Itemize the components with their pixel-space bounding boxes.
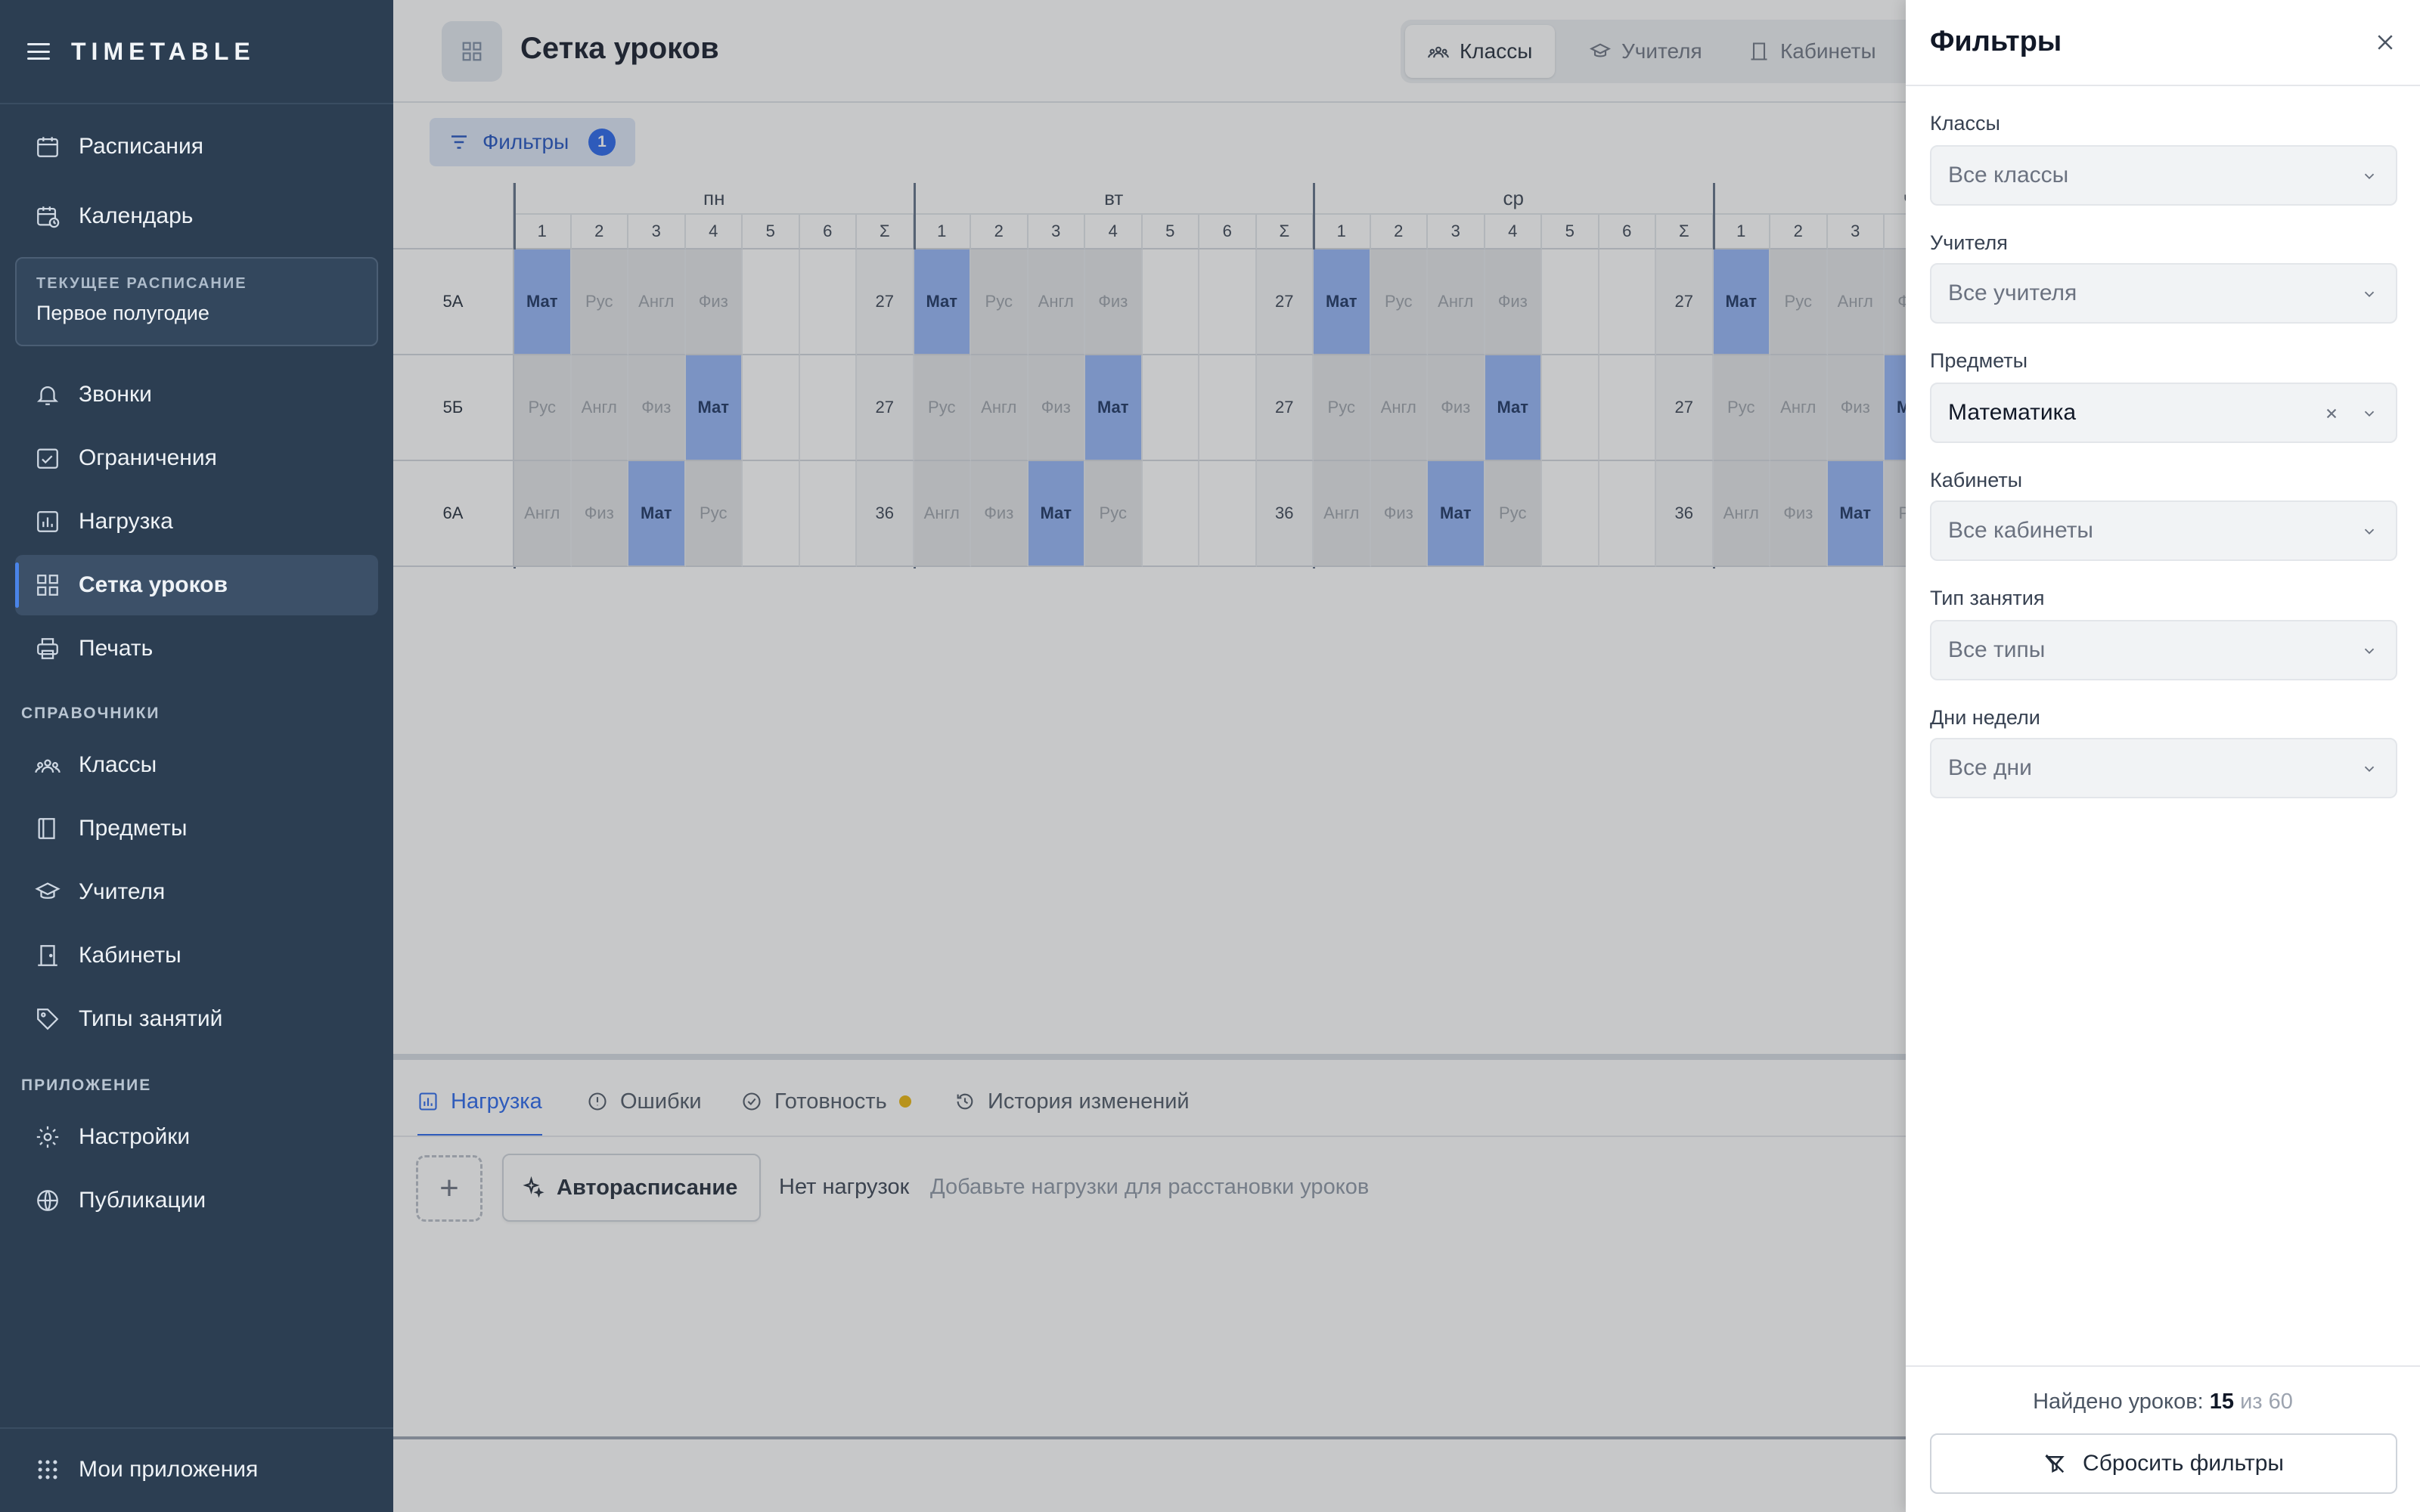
bell-icon [35,382,60,407]
sidebar-item-lesson-types[interactable]: Типы занятий [15,989,378,1049]
select-value: Все классы [1948,163,2069,187]
current-schedule-label: ТЕКУЩЕЕ РАСПИСАНИЕ [36,275,247,292]
sidebar-item-label: Публикации [79,1188,206,1213]
filter-label-lesson-type: Тип занятия [1930,587,2045,609]
sidebar-item-teachers[interactable]: Учителя [15,862,378,922]
teachers-select[interactable]: Все учителя [1930,263,2397,324]
sidebar-item-label: Типы занятий [79,1006,223,1031]
sidebar-item-subjects[interactable]: Предметы [15,798,378,859]
filter-label-rooms: Кабинеты [1930,469,2023,491]
section-label-references: СПРАВОЧНИКИ [21,705,160,722]
select-value: Все кабинеты [1948,518,2093,543]
sidebar-item-bells[interactable]: Звонки [15,364,378,425]
printer-icon [35,636,60,662]
sidebar-item-label: Расписания [79,134,203,159]
chevron-down-icon [2364,766,2375,773]
found-prefix: Найдено уроков: [2033,1390,2204,1414]
section-label-application: ПРИЛОЖЕНИЕ [21,1077,152,1094]
found-lessons-summary: Найдено уроков: 15 из 60 [1906,1390,2420,1414]
filter-label-subjects: Предметы [1930,349,2028,372]
chevron-down-icon [2364,648,2375,655]
drawer-header: Фильтры [1906,0,2420,86]
close-icon[interactable] [2370,27,2400,57]
book-icon [35,816,60,841]
calendar-check-icon [35,445,60,471]
drawer-title: Фильтры [1930,26,2062,57]
sidebar-item-publications[interactable]: Публикации [15,1170,378,1231]
filter-label-classes: Классы [1930,112,2000,135]
sidebar-item-label: Календарь [79,203,194,228]
sidebar-item-label: Ограничения [79,445,217,470]
sidebar-item-lesson-grid[interactable]: Сетка уроков [15,555,378,615]
found-total: из 60 [2240,1390,2293,1414]
current-schedule-card[interactable]: ТЕКУЩЕЕ РАСПИСАНИЕ Первое полугодие [15,257,378,346]
sidebar-item-label: Предметы [79,816,188,841]
calendar-clock-icon [35,203,60,229]
sidebar-item-label: Печать [79,636,154,661]
select-value: Математика [1948,400,2077,425]
door-icon [35,943,60,968]
chevron-down-icon [2364,173,2375,180]
classes-select[interactable]: Все классы [1930,145,2397,206]
sidebar-header: TIMETABLE [0,0,393,104]
sidebar-item-calendar[interactable]: Календарь [15,186,378,246]
select-value: Все учителя [1948,280,2077,305]
my-apps-button[interactable]: Мои приложения [15,1439,378,1500]
sidebar-item-load[interactable]: Нагрузка [15,491,378,552]
sidebar-item-label: Классы [79,752,157,777]
found-count: 15 [2209,1390,2234,1414]
sidebar-item-classes[interactable]: Классы [15,735,378,795]
chevron-down-icon [2364,291,2375,298]
lesson-type-select[interactable]: Все типы [1930,620,2397,680]
sidebar-item-print[interactable]: Печать [15,618,378,679]
sidebar-item-label: Кабинеты [79,943,182,968]
graduation-cap-icon [35,879,60,905]
calendar-icon [35,134,60,160]
bar-chart-icon [35,509,60,534]
modal-backdrop[interactable] [393,0,1906,1512]
rooms-select[interactable]: Все кабинеты [1930,500,2397,561]
brand-logo: TIMETABLE [71,37,256,65]
filter-off-icon [2045,1454,2065,1473]
sidebar-item-rooms[interactable]: Кабинеты [15,925,378,986]
sidebar: TIMETABLE Расписания Календарь ТЕКУЩЕЕ Р… [0,0,393,1512]
sidebar-item-label: Учителя [79,879,166,904]
reset-filters-button[interactable]: Сбросить фильтры [1930,1433,2397,1494]
hamburger-menu-icon[interactable] [27,43,50,60]
filters-drawer: Фильтры Классы Все классы Учителя Все уч… [1906,0,2420,1512]
grid-icon [35,572,60,598]
filter-label-teachers: Учителя [1930,231,2008,254]
chevron-down-icon [2364,528,2375,535]
sidebar-item-label: Настройки [79,1124,191,1149]
sidebar-item-label: Нагрузка [79,509,173,534]
sidebar-item-constraints[interactable]: Ограничения [15,428,378,488]
current-schedule-value: Первое полугодие [36,302,209,324]
select-value: Все типы [1948,637,2046,662]
filter-label-weekdays: Дни недели [1930,706,2040,729]
sidebar-footer: Мои приложения [0,1427,393,1512]
drawer-footer: Найдено уроков: 15 из 60 Сбросить фильтр… [1906,1365,2420,1512]
sidebar-item-schedules[interactable]: Расписания [15,116,378,177]
apps-grid-icon [35,1457,60,1483]
sidebar-item-label: Сетка уроков [79,572,228,597]
users-icon [35,752,60,778]
clear-selection-icon[interactable] [2322,404,2341,423]
sidebar-item-label: Мои приложения [79,1457,259,1482]
chevron-down-icon [2364,411,2375,417]
weekdays-select[interactable]: Все дни [1930,738,2397,798]
gear-icon [35,1124,60,1150]
globe-icon [35,1188,60,1213]
select-value: Все дни [1948,755,2032,780]
sidebar-item-settings[interactable]: Настройки [15,1107,378,1167]
subjects-select[interactable]: Математика [1930,383,2397,443]
reset-filters-label: Сбросить фильтры [2083,1451,2284,1476]
sidebar-item-label: Звонки [79,382,152,407]
tag-icon [35,1006,60,1032]
